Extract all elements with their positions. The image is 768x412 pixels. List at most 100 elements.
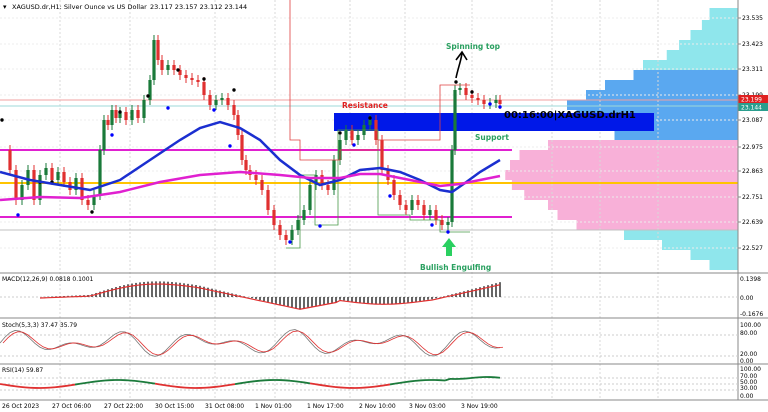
rsi-line-segment <box>394 381 401 385</box>
candle <box>470 95 474 98</box>
rsi-axis-0: 0.00 <box>740 393 754 400</box>
rsi-line-segment <box>374 385 381 388</box>
candle <box>26 170 30 185</box>
candle <box>156 40 160 60</box>
volume-bar <box>524 190 738 200</box>
candle <box>254 175 258 180</box>
fractal-dot <box>110 133 114 137</box>
volume-bar <box>519 150 738 160</box>
price-label: 23.535 <box>742 15 763 22</box>
rsi-line-segment <box>369 385 376 389</box>
fractal-dot <box>388 194 392 198</box>
symbol-info-icon[interactable]: ▾ <box>3 3 7 11</box>
stoch-axis-80: 80.00 <box>740 330 757 337</box>
price-label: 23.087 <box>742 117 763 124</box>
time-label: 3 Nov 03:00 <box>409 403 446 410</box>
rsi-line-segment <box>54 385 61 389</box>
rsi-line-segment <box>14 385 21 388</box>
rsi-line-segment <box>64 384 71 387</box>
price-chart[interactable]: Spinning top Resistance Support Bullish … <box>0 0 768 412</box>
candle <box>102 120 106 150</box>
rsi-line-segment <box>169 385 176 388</box>
rsi-line-segment <box>89 380 96 384</box>
candle <box>166 65 170 70</box>
fractal-dot <box>470 90 474 94</box>
fractal-dot <box>202 77 206 81</box>
candle <box>14 170 18 200</box>
fractal-dot <box>118 110 122 114</box>
candle <box>476 98 480 100</box>
current-price-value: 23.144 <box>741 105 762 112</box>
fractal-dot <box>498 105 502 109</box>
rsi-line-segment <box>174 385 181 389</box>
candle <box>350 130 354 140</box>
fractal-dot <box>228 144 232 148</box>
candle <box>302 210 306 220</box>
candle <box>190 78 194 80</box>
rsi-line-segment <box>329 385 336 388</box>
candle <box>398 195 402 205</box>
candle <box>482 100 486 104</box>
support-label: Support <box>475 133 509 142</box>
rsi-label: RSI(14) 59.87 <box>2 367 43 374</box>
time-label: 31 Oct 08:00 <box>205 403 244 410</box>
rsi-line-segment <box>409 379 416 383</box>
candle <box>8 150 12 170</box>
candle <box>62 172 66 182</box>
rsi-line-segment <box>9 384 16 388</box>
candle <box>152 40 156 80</box>
rsi-line-segment <box>294 380 301 383</box>
candle <box>453 90 457 150</box>
candle <box>160 60 164 70</box>
price-label: 22.639 <box>742 219 763 226</box>
candle <box>136 110 140 118</box>
time-label: 2 Nov 10:00 <box>359 403 396 410</box>
fractal-dot <box>16 213 20 217</box>
candle <box>356 135 360 140</box>
candle <box>32 170 36 200</box>
stoch-axis-0: 0.00 <box>740 358 754 365</box>
candle <box>130 110 134 120</box>
candle <box>56 172 60 180</box>
candle <box>184 75 188 78</box>
time-label: 27 Oct 06:00 <box>52 403 91 410</box>
candle <box>332 160 336 190</box>
candle <box>50 168 54 180</box>
volume-bar <box>605 80 738 90</box>
candle <box>440 220 444 225</box>
volume-bar <box>548 200 738 210</box>
rsi-line-segment <box>309 382 316 386</box>
candle <box>260 180 264 190</box>
price-label: 22.863 <box>742 168 763 175</box>
fractal-dot <box>212 108 216 112</box>
volume-bar <box>624 230 738 240</box>
candle <box>114 110 118 118</box>
fractal-dot <box>146 94 150 98</box>
volume-bar <box>510 160 738 170</box>
candle <box>220 98 224 100</box>
volume-bar <box>690 250 738 260</box>
rsi-line-segment <box>299 380 306 384</box>
candle <box>214 100 218 105</box>
macd-axis-bottom: -0.1676 <box>740 311 763 318</box>
resistance-label: Resistance <box>342 101 388 110</box>
fractal-dot <box>430 223 434 227</box>
rsi-axis-30: 30.00 <box>740 385 757 392</box>
rsi-line-segment <box>224 384 231 387</box>
candle <box>290 230 294 240</box>
chart-window[interactable]: Spinning top Resistance Support Bullish … <box>0 0 768 412</box>
volume-bar <box>567 100 738 110</box>
fractal-dot <box>446 230 450 234</box>
price-label: 22.751 <box>742 194 763 201</box>
fractal-dot <box>368 116 372 120</box>
rsi-line-segment <box>289 379 296 383</box>
macd-axis-top: 0.1398 <box>740 276 761 283</box>
fractal-dot <box>176 68 180 72</box>
rsi-line-segment <box>304 381 311 385</box>
volume-bar <box>666 50 738 60</box>
rsi-line-segment <box>384 383 391 387</box>
rsi-line-segment <box>319 384 326 387</box>
candle <box>196 80 200 82</box>
candle <box>232 105 236 115</box>
price-label: 23.311 <box>742 66 763 73</box>
